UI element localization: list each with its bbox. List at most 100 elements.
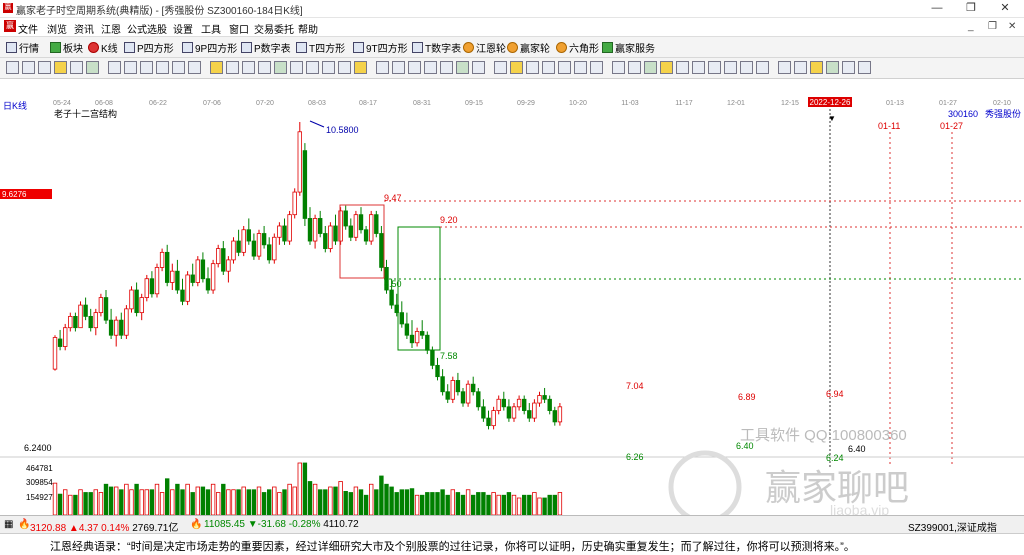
draw-tool-icon[interactable] <box>6 61 19 74</box>
menu-item-3[interactable]: 江恩 <box>101 21 121 36</box>
toolbar-button-9[interactable]: 江恩轮 <box>463 40 506 55</box>
draw-tool-icon[interactable] <box>376 61 389 74</box>
mdi-restore-button[interactable]: ❐ <box>988 21 997 32</box>
draw-tool-icon[interactable] <box>392 61 405 74</box>
candle-body <box>277 225 282 238</box>
draw-tool-icon[interactable] <box>124 61 137 74</box>
toolbar-button-0[interactable]: 行情 <box>6 40 39 55</box>
draw-tool-icon[interactable] <box>810 61 823 74</box>
draw-tool-icon[interactable] <box>440 61 453 74</box>
draw-tool-icon[interactable] <box>542 61 555 74</box>
draw-tool-icon[interactable] <box>70 61 83 74</box>
draw-tool-icon[interactable] <box>590 61 603 74</box>
draw-tool-icon[interactable] <box>210 61 223 74</box>
volume-bar <box>88 492 93 515</box>
toolbar-button-12[interactable]: 赢家服务 <box>602 40 655 55</box>
volume-bar <box>98 492 104 515</box>
volume-bar <box>481 492 486 515</box>
draw-tool-icon[interactable] <box>54 61 67 74</box>
draw-tool-icon[interactable] <box>424 61 437 74</box>
draw-tool-icon[interactable] <box>526 61 539 74</box>
toolbar-button-4[interactable]: 9P四方形 <box>182 40 237 55</box>
sz-index-readout: 11085.45 ▼-31.68 -0.28% 4110.72 <box>204 519 359 530</box>
draw-tool-icon[interactable] <box>456 61 469 74</box>
toolbar-button-8[interactable]: T数字表 <box>412 40 461 55</box>
toolbar-button-label: 六角形 <box>569 43 599 55</box>
toolbar-button-10[interactable]: 赢家轮 <box>507 40 550 55</box>
draw-tool-icon[interactable] <box>740 61 753 74</box>
menu-item-8[interactable]: 交易委托 <box>254 21 294 36</box>
mdi-minimize-button[interactable]: _ <box>968 21 974 32</box>
draw-tool-icon[interactable] <box>612 61 625 74</box>
draw-tool-icon[interactable] <box>108 61 121 74</box>
t-square-icon <box>296 41 307 53</box>
draw-tool-icon[interactable] <box>692 61 705 74</box>
minimize-button[interactable]: — <box>920 0 954 17</box>
draw-tool-icon[interactable] <box>354 61 367 74</box>
toolbar-button-6[interactable]: T四方形 <box>296 40 345 55</box>
draw-tool-icon[interactable] <box>172 61 185 74</box>
draw-tool-icon[interactable] <box>408 61 421 74</box>
period-label: 日K线 <box>3 100 27 111</box>
draw-tool-icon[interactable] <box>510 61 523 74</box>
volume-bar <box>251 489 257 515</box>
draw-tool-icon[interactable] <box>660 61 673 74</box>
service-icon <box>602 41 613 53</box>
toolbar-button-11[interactable]: 六角形 <box>556 40 599 55</box>
maximize-button[interactable]: ❐ <box>954 0 988 17</box>
draw-tool-icon[interactable] <box>778 61 791 74</box>
draw-tool-icon[interactable] <box>628 61 641 74</box>
draw-tool-icon[interactable] <box>756 61 769 74</box>
close-button[interactable]: ✕ <box>988 0 1022 17</box>
draw-tool-icon[interactable] <box>338 61 351 74</box>
mdi-close-button[interactable]: ✕ <box>1008 21 1016 32</box>
toolbar-button-1[interactable]: 板块 <box>50 40 83 55</box>
menu-item-5[interactable]: 设置 <box>173 21 193 36</box>
status-grid-icon[interactable]: ▦ <box>4 519 13 530</box>
draw-tool-icon[interactable] <box>574 61 587 74</box>
draw-tool-icon[interactable] <box>86 61 99 74</box>
draw-tool-icon[interactable] <box>708 61 721 74</box>
draw-tool-icon[interactable] <box>242 61 255 74</box>
toolbar-button-2[interactable]: K线 <box>88 40 118 55</box>
menu-item-1[interactable]: 浏览 <box>47 21 67 36</box>
draw-tool-icon[interactable] <box>842 61 855 74</box>
draw-tool-icon[interactable] <box>472 61 485 74</box>
candle-body <box>57 338 63 347</box>
draw-tool-icon[interactable] <box>290 61 303 74</box>
draw-tool-icon[interactable] <box>794 61 807 74</box>
volume-bar <box>501 494 506 515</box>
toolbar-button-3[interactable]: P四方形 <box>124 40 174 55</box>
draw-tool-icon[interactable] <box>258 61 271 74</box>
draw-tool-icon[interactable] <box>826 61 839 74</box>
draw-tool-icon[interactable] <box>858 61 871 74</box>
draw-tool-icon[interactable] <box>274 61 287 74</box>
menu-item-0[interactable]: 文件 <box>18 21 38 36</box>
draw-tool-icon[interactable] <box>226 61 239 74</box>
kline-chart[interactable]: 05-24 06-08 06-22 07-06 07-20 08-03 08-17 08-31… <box>0 97 1024 515</box>
draw-tool-icon[interactable] <box>558 61 571 74</box>
draw-tool-icon[interactable] <box>306 61 319 74</box>
draw-tool-icon[interactable] <box>188 61 201 74</box>
candle-body <box>149 278 155 295</box>
draw-tool-icon[interactable] <box>676 61 689 74</box>
menu-item-6[interactable]: 工具 <box>201 21 221 36</box>
volume-bar <box>68 494 73 515</box>
draw-tool-icon[interactable] <box>494 61 507 74</box>
menu-item-7[interactable]: 窗口 <box>229 21 249 36</box>
draw-tool-icon[interactable] <box>644 61 657 74</box>
volume-bar <box>506 492 512 515</box>
menu-item-4[interactable]: 公式选股 <box>127 21 167 36</box>
draw-tool-icon[interactable] <box>724 61 737 74</box>
draw-tool-icon[interactable] <box>156 61 169 74</box>
draw-tool-icon[interactable] <box>140 61 153 74</box>
draw-tool-icon[interactable] <box>322 61 335 74</box>
candle-body <box>246 229 251 242</box>
toolbar-button-5[interactable]: P数字表 <box>241 40 291 55</box>
menu-item-9[interactable]: 帮助 <box>298 21 318 36</box>
menu-item-2[interactable]: 资讯 <box>74 21 94 36</box>
candle-body <box>404 323 410 336</box>
toolbar-button-7[interactable]: 9T四方形 <box>353 40 408 55</box>
draw-tool-icon[interactable] <box>38 61 51 74</box>
draw-tool-icon[interactable] <box>22 61 35 74</box>
